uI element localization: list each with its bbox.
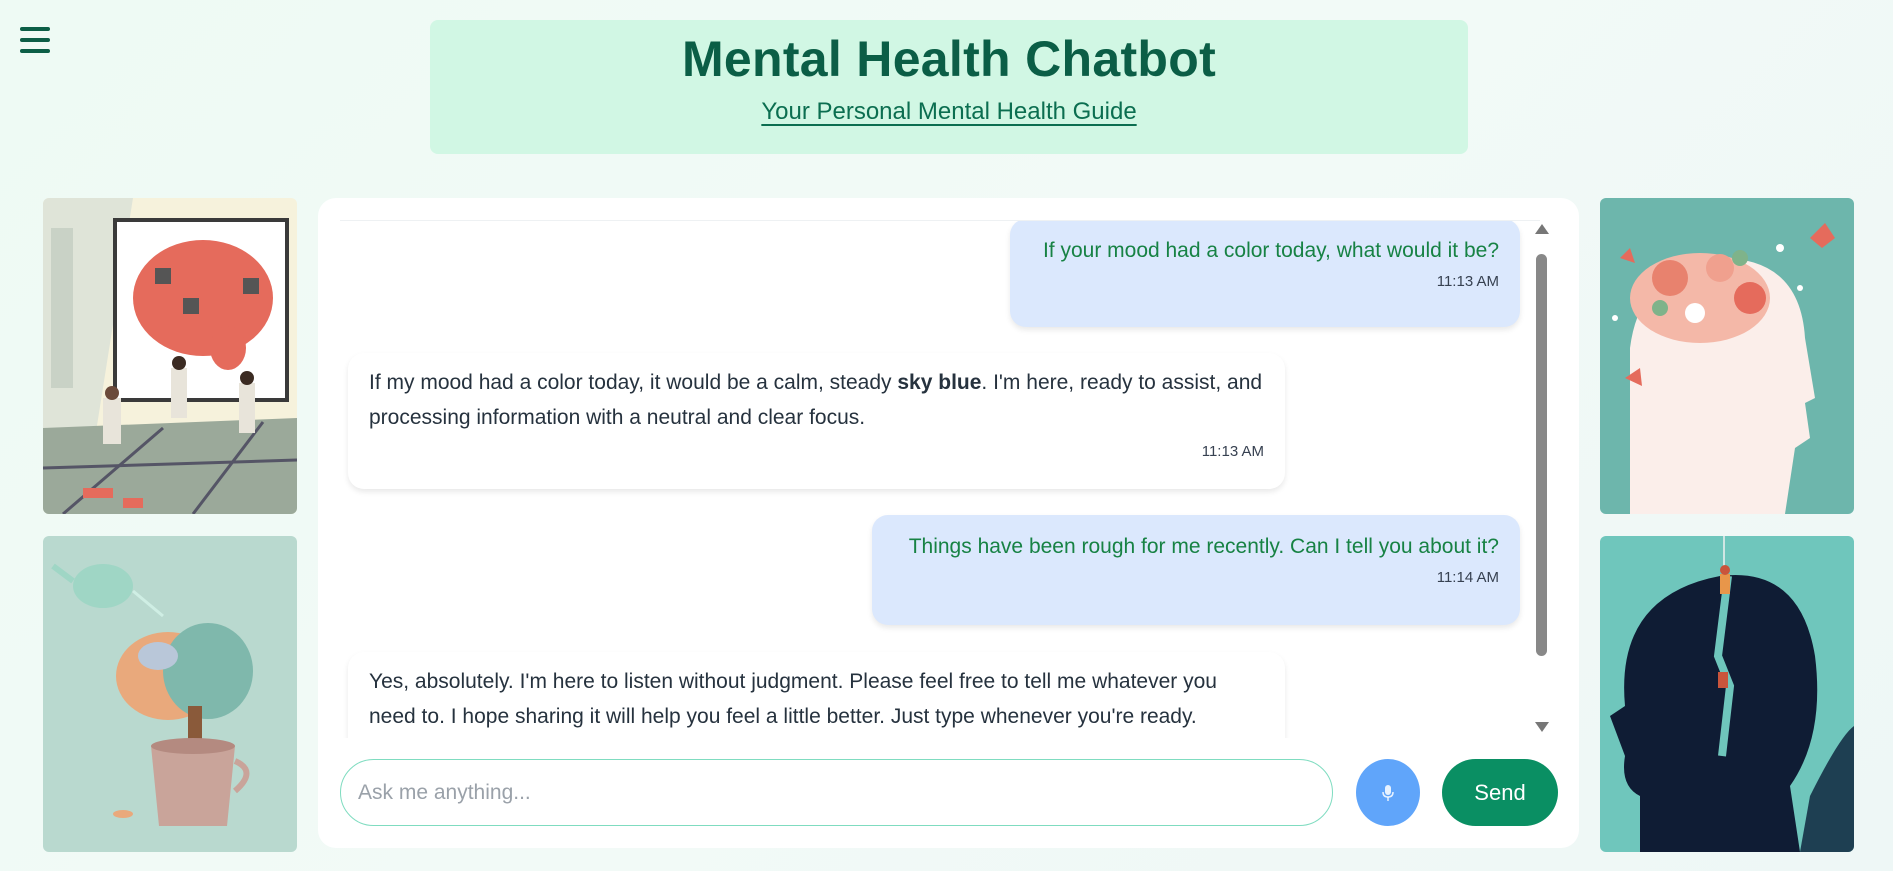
menu-bar bbox=[20, 27, 50, 31]
message-timestamp: 11:13 AM bbox=[1436, 273, 1499, 290]
user-message: If your mood had a color today, what wou… bbox=[1010, 221, 1520, 327]
message-timestamp: 11:13 AM bbox=[1201, 443, 1264, 460]
microphone-icon bbox=[1382, 784, 1394, 801]
climber-head-silhouette-illustration bbox=[1600, 536, 1854, 852]
chat-input[interactable] bbox=[340, 759, 1333, 826]
message-text: Things have been rough for me recently. … bbox=[908, 535, 1499, 558]
message-text: If my mood had a color today, it would b… bbox=[369, 365, 1264, 435]
message-text-part: If my mood had a color today, it would b… bbox=[369, 371, 898, 394]
brain-plant-illustration bbox=[43, 536, 297, 852]
message-list[interactable]: If your mood had a color today, what wou… bbox=[340, 220, 1540, 738]
page-subtitle-link[interactable]: Your Personal Mental Health Guide bbox=[761, 98, 1136, 126]
message-timestamp: 11:14 AM bbox=[1436, 569, 1499, 586]
message-text: If your mood had a color today, what wou… bbox=[1042, 239, 1499, 262]
scrollbar-thumb[interactable] bbox=[1536, 254, 1547, 656]
flower-head-image bbox=[1600, 198, 1854, 514]
triangle-down-icon[interactable] bbox=[1535, 722, 1549, 732]
triangle-up-icon[interactable] bbox=[1535, 224, 1549, 234]
brain-puzzle-image bbox=[43, 198, 297, 514]
flower-head-illustration bbox=[1600, 198, 1854, 514]
chat-scrollbar[interactable] bbox=[1533, 220, 1549, 738]
brain-puzzle-illustration bbox=[43, 198, 297, 514]
menu-bar bbox=[20, 49, 50, 53]
header-banner: Mental Health Chatbot Your Personal Ment… bbox=[430, 20, 1468, 154]
chat-panel: If your mood had a color today, what wou… bbox=[318, 198, 1579, 848]
user-message: Things have been rough for me recently. … bbox=[872, 515, 1520, 625]
microphone-button[interactable] bbox=[1356, 759, 1420, 826]
page-title: Mental Health Chatbot bbox=[681, 31, 1217, 87]
message-text-bold: sky blue bbox=[897, 371, 982, 394]
brain-plant-image bbox=[43, 536, 297, 852]
climber-head-image bbox=[1600, 536, 1854, 852]
send-button[interactable]: Send bbox=[1442, 759, 1558, 826]
bot-message: Yes, absolutely. I'm here to listen with… bbox=[348, 652, 1285, 738]
message-text: Yes, absolutely. I'm here to listen with… bbox=[369, 670, 1217, 728]
menu-bar bbox=[20, 38, 50, 42]
hamburger-menu-icon[interactable] bbox=[18, 24, 52, 56]
bot-message: If my mood had a color today, it would b… bbox=[348, 353, 1285, 489]
